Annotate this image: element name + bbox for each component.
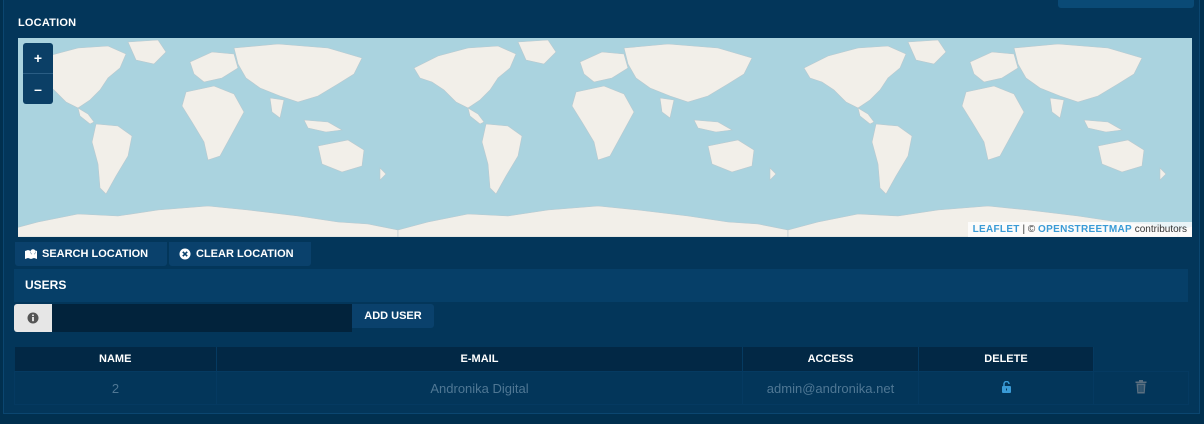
cell-access-toggle[interactable] [918,371,1094,405]
close-circle-icon [179,248,191,260]
column-header-delete: DELETE [918,347,1094,372]
table-header-row: NAME E-MAIL ACCESS DELETE [14,347,1189,372]
users-table: NAME E-MAIL ACCESS DELETE 2 Andronika Di… [14,347,1189,405]
map-marker-icon [25,248,37,260]
location-map[interactable]: + – LEAFLET | © OPENSTREETMAP contributo… [18,38,1192,237]
zoom-out-button[interactable]: – [23,73,53,104]
world-map-tiles [18,38,1192,237]
column-header-name: NAME [14,347,217,372]
attribution-separator: | © [1019,224,1039,235]
table-row: 2 Andronika Digital admin@andronika.net [14,371,1189,405]
add-user-button[interactable]: ADD USER [352,304,434,328]
info-button[interactable] [14,304,52,332]
cell-access: admin@andronika.net [742,371,919,405]
search-location-label: SEARCH LOCATION [42,248,149,260]
info-icon [27,312,39,324]
top-tab[interactable] [1058,0,1194,8]
map-attribution: LEAFLET | © OPENSTREETMAP contributors [967,222,1192,237]
leaflet-link[interactable]: LEAFLET [973,224,1020,235]
attribution-suffix: contributors [1131,224,1187,235]
cell-delete[interactable] [1093,371,1189,405]
location-label: LOCATION [18,17,77,29]
user-input[interactable] [52,304,352,332]
openstreetmap-link[interactable]: OPENSTREETMAP [1038,224,1132,235]
zoom-control: + – [23,43,53,104]
users-header: USERS [14,269,1188,302]
clear-location-label: CLEAR LOCATION [196,248,294,260]
clear-location-button[interactable]: CLEAR LOCATION [169,242,311,266]
cell-email: Andronika Digital [216,371,743,405]
column-header-spacer [1094,347,1189,372]
search-location-button[interactable]: SEARCH LOCATION [15,242,167,266]
cell-name: 2 [14,371,217,405]
trash-icon[interactable] [1135,379,1147,394]
column-header-access: ACCESS [742,347,919,372]
zoom-in-button[interactable]: + [23,43,53,73]
column-header-email: E-MAIL [216,347,743,372]
unlock-icon[interactable] [1001,380,1012,393]
